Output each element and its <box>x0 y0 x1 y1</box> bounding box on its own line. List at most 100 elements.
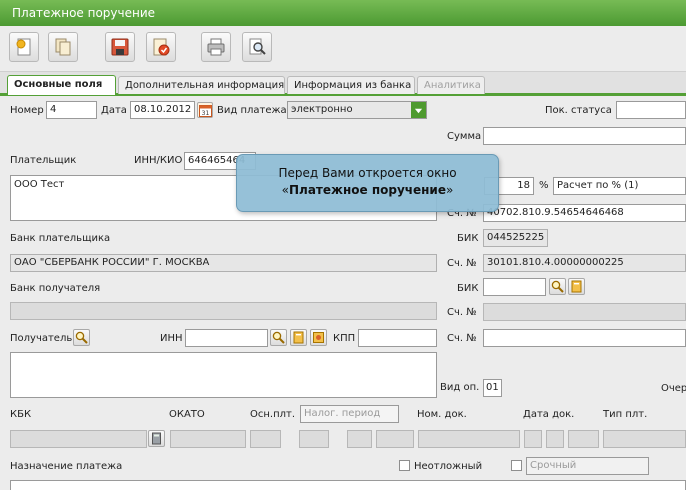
recipient-counterparty-button[interactable] <box>310 329 327 346</box>
sum-field[interactable] <box>483 127 686 145</box>
urgent-label: Неотложный <box>414 461 483 472</box>
recipient-account-field[interactable] <box>483 329 686 347</box>
doc-date-label: Дата док. <box>523 409 575 420</box>
tax-period-year-field[interactable] <box>376 430 414 448</box>
calendar-button[interactable]: 31 <box>197 102 213 118</box>
recipient-directory-button[interactable] <box>290 329 307 346</box>
number-field[interactable]: 4 <box>46 101 97 119</box>
recipient-account-label: Сч. № <box>447 333 477 344</box>
hint-strong: Платежное поручение <box>289 183 446 197</box>
preview-button[interactable] <box>242 32 272 62</box>
status-label: Пок. статуса <box>545 105 612 116</box>
payer-bank-label: Банк плательщика <box>10 233 111 244</box>
term-checkbox[interactable] <box>511 460 522 471</box>
payer-bank-bik-label: БИК <box>457 233 479 244</box>
copy-document-button[interactable] <box>48 32 78 62</box>
hint-tooltip: Перед Вами откроется окно «Платежное пор… <box>236 154 499 212</box>
payer-inn-label: ИНН/КИО <box>134 155 183 166</box>
recipient-label: Получатель <box>10 333 73 344</box>
payment-type-label: Вид платежа <box>217 105 287 116</box>
payer-bank-bik-field[interactable]: 044525225 <box>483 229 548 247</box>
calendar-icon: 31 <box>198 104 212 117</box>
recipient-bank-bik-field[interactable] <box>483 278 546 296</box>
kbk-label: КБК <box>10 409 32 420</box>
purpose-label: Назначение платежа <box>10 461 123 472</box>
new-document-button[interactable] <box>9 32 39 62</box>
payer-bank-account-label: Сч. № <box>447 258 477 269</box>
payment-type-dropdown-button[interactable] <box>411 102 426 118</box>
search-icon <box>551 280 564 293</box>
save-icon <box>111 38 129 56</box>
sign-document-button[interactable] <box>146 32 176 62</box>
payer-bank-name-field[interactable]: ОАО "СБЕРБАНК РОССИИ" Г. МОСКВА <box>10 254 437 272</box>
kbk-directory-button[interactable] <box>148 430 165 447</box>
recipient-bank-bik-label: БИК <box>457 283 479 294</box>
toolbar <box>0 26 686 72</box>
tab-analytics: Аналитика <box>417 76 485 94</box>
recipient-bank-account-field[interactable] <box>483 303 686 321</box>
status-field[interactable] <box>616 101 686 119</box>
tab-main-fields[interactable]: Основные поля <box>7 75 116 95</box>
kbk-field[interactable] <box>10 430 147 448</box>
recipient-bank-name-field[interactable] <box>10 302 437 320</box>
tab-additional-info[interactable]: Дополнительная информация <box>118 76 285 94</box>
purpose-field[interactable] <box>10 480 686 490</box>
basis-field[interactable] <box>250 430 281 448</box>
preview-icon <box>249 38 266 55</box>
print-button[interactable] <box>201 32 231 62</box>
okato-label: ОКАТО <box>169 409 205 420</box>
queue-label: Очер <box>661 383 686 394</box>
recipient-bank-label: Банк получателя <box>10 283 101 294</box>
pay-type-label: Тип плт. <box>603 409 648 420</box>
window-title-bar: Платежное поручение <box>0 0 686 26</box>
calendar-day: 31 <box>201 110 209 117</box>
tax-period-type-field[interactable] <box>299 430 329 448</box>
new-doc-icon <box>16 38 31 56</box>
doc-number-field[interactable] <box>418 430 520 448</box>
payer-bank-account-field[interactable]: 30101.810.4.00000000225 <box>483 254 686 272</box>
copy-doc-icon <box>55 38 71 56</box>
recipient-kpp-field[interactable] <box>358 329 437 347</box>
hint-line-1: Перед Вами откроется окно <box>278 166 457 180</box>
payer-account-field[interactable]: 40702.810.9.54654646468 <box>483 204 686 222</box>
window-title: Платежное поручение <box>12 6 156 20</box>
tax-period-month-field[interactable] <box>347 430 372 448</box>
recipient-name-field[interactable] <box>10 352 437 398</box>
print-icon <box>207 38 225 56</box>
recipient-bank-account-label: Сч. № <box>447 307 477 318</box>
sign-doc-icon <box>153 38 170 56</box>
counterparty-book-icon <box>313 332 324 343</box>
recipient-bank-directory-button[interactable] <box>568 278 585 295</box>
payment-type-select[interactable]: электронно <box>287 101 427 119</box>
date-label: Дата <box>101 105 127 116</box>
recipient-kpp-label: КПП <box>333 333 356 344</box>
tax-period-field[interactable]: Налог. период <box>300 405 399 423</box>
recipient-inn-label: ИНН <box>160 333 183 344</box>
calculator-icon <box>152 432 161 445</box>
doc-date-year-field[interactable] <box>568 430 599 448</box>
recipient-inn-field[interactable] <box>185 329 268 347</box>
chevron-down-icon <box>414 108 423 113</box>
recipient-inn-search-button[interactable] <box>270 329 287 346</box>
tab-bank-info[interactable]: Информация из банка <box>287 76 415 94</box>
op-type-label: Вид оп. <box>440 382 480 393</box>
urgent-checkbox[interactable] <box>399 460 410 471</box>
term-field[interactable]: Срочный <box>526 457 649 475</box>
vat-calc-select[interactable]: Расчет по % (1) <box>553 177 686 195</box>
sum-label: Сумма <box>447 131 482 142</box>
directory-icon <box>293 331 304 344</box>
op-type-field[interactable]: 01 <box>483 379 502 397</box>
date-field[interactable]: 08.10.2012 <box>130 101 195 119</box>
directory-icon <box>571 280 582 293</box>
recipient-search-button[interactable] <box>73 329 90 346</box>
doc-date-day-field[interactable] <box>524 430 542 448</box>
payment-type-value: электронно <box>291 104 353 115</box>
save-button[interactable] <box>105 32 135 62</box>
recipient-bank-search-button[interactable] <box>549 278 566 295</box>
search-icon <box>272 331 285 344</box>
okato-field[interactable] <box>170 430 246 448</box>
hint-line-2: «Платежное поручение» <box>281 183 454 197</box>
doc-date-month-field[interactable] <box>546 430 564 448</box>
pay-type-field[interactable] <box>603 430 686 448</box>
tab-strip: Основные поля Дополнительная информация … <box>0 72 686 96</box>
